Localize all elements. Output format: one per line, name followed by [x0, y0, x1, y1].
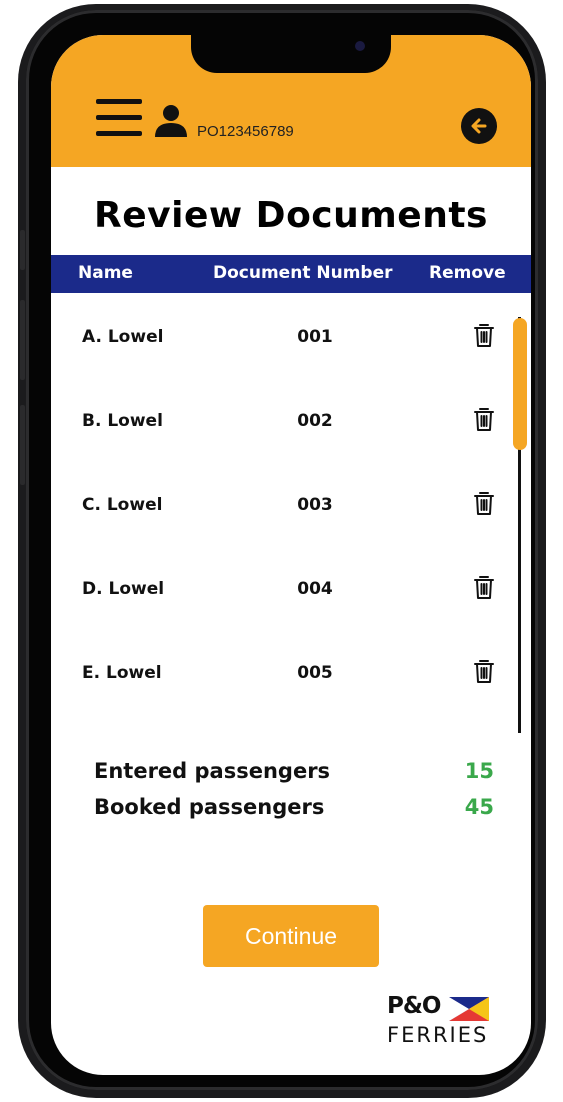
trash-icon [474, 660, 494, 683]
column-header-remove: Remove [429, 263, 506, 283]
document-number: 003 [297, 495, 333, 515]
trash-icon [474, 576, 494, 599]
camera-icon [355, 41, 365, 51]
booked-passengers-count: 45 [464, 795, 494, 819]
booking-reference: PO123456789 [197, 123, 294, 140]
user-icon[interactable] [154, 105, 188, 137]
page-title: Review Documents [94, 195, 488, 236]
booked-passengers-label: Booked passengers [94, 795, 325, 819]
table-row: E. Lowel 005 [51, 653, 511, 693]
scrollbar-thumb[interactable] [513, 318, 527, 450]
table-row: D. Lowel 004 [51, 569, 511, 609]
document-number: 005 [297, 663, 333, 683]
entered-passengers-count: 15 [464, 759, 494, 783]
table-row: A. Lowel 001 [51, 317, 511, 357]
app-header: PO123456789 [51, 35, 531, 167]
remove-button[interactable] [473, 490, 495, 516]
document-number: 004 [297, 579, 333, 599]
logo-text-top: P&O [387, 993, 441, 1019]
phone-side-button [20, 405, 25, 485]
table-header: Name Document Number Remove [51, 255, 531, 293]
passenger-name: E. Lowel [82, 663, 162, 683]
trash-icon [474, 492, 494, 515]
remove-button[interactable] [473, 406, 495, 432]
flag-icon [449, 997, 489, 1021]
table-row: B. Lowel 002 [51, 401, 511, 441]
document-number: 001 [297, 327, 333, 347]
app-screen: PO123456789 Review Documents Name Docume… [51, 35, 531, 1075]
column-header-name: Name [78, 263, 133, 283]
continue-button[interactable]: Continue [203, 905, 379, 967]
entered-passengers-label: Entered passengers [94, 759, 331, 783]
entered-passengers-row: Entered passengers 15 [94, 759, 494, 789]
hamburger-menu-icon[interactable] [96, 99, 142, 137]
booked-passengers-row: Booked passengers 45 [94, 795, 494, 825]
po-ferries-logo: P&O FERRIES [387, 993, 497, 1053]
arrow-left-icon [471, 118, 487, 134]
phone-side-button [20, 230, 25, 270]
remove-button[interactable] [473, 658, 495, 684]
trash-icon [474, 408, 494, 431]
phone-side-button [20, 300, 25, 380]
passenger-name: C. Lowel [82, 495, 163, 515]
column-header-document-number: Document Number [213, 263, 393, 283]
phone-notch [191, 35, 391, 73]
table-row: C. Lowel 003 [51, 485, 511, 525]
passenger-name: D. Lowel [82, 579, 165, 599]
trash-icon [474, 324, 494, 347]
document-number: 002 [297, 411, 333, 431]
passenger-name: A. Lowel [82, 327, 164, 347]
remove-button[interactable] [473, 574, 495, 600]
passenger-name: B. Lowel [82, 411, 163, 431]
remove-button[interactable] [473, 322, 495, 348]
back-button[interactable] [461, 108, 497, 144]
logo-text-bottom: FERRIES [387, 1023, 489, 1047]
